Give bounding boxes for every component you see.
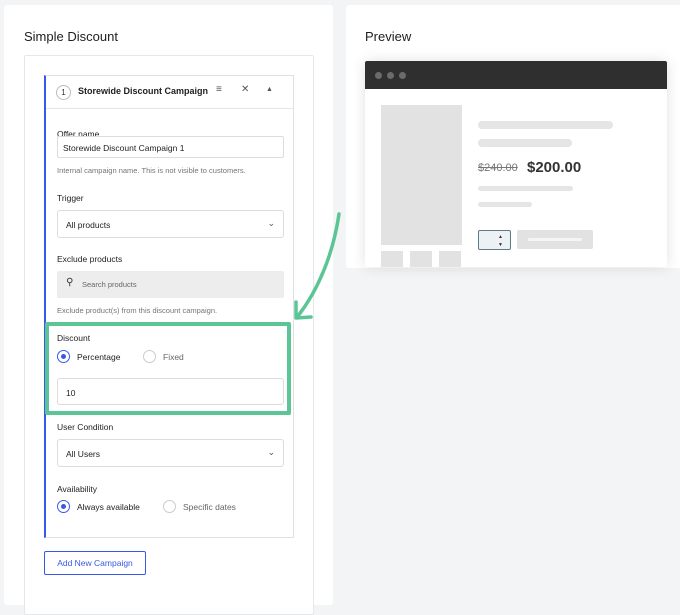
annotation-arrow-icon [294,212,341,320]
